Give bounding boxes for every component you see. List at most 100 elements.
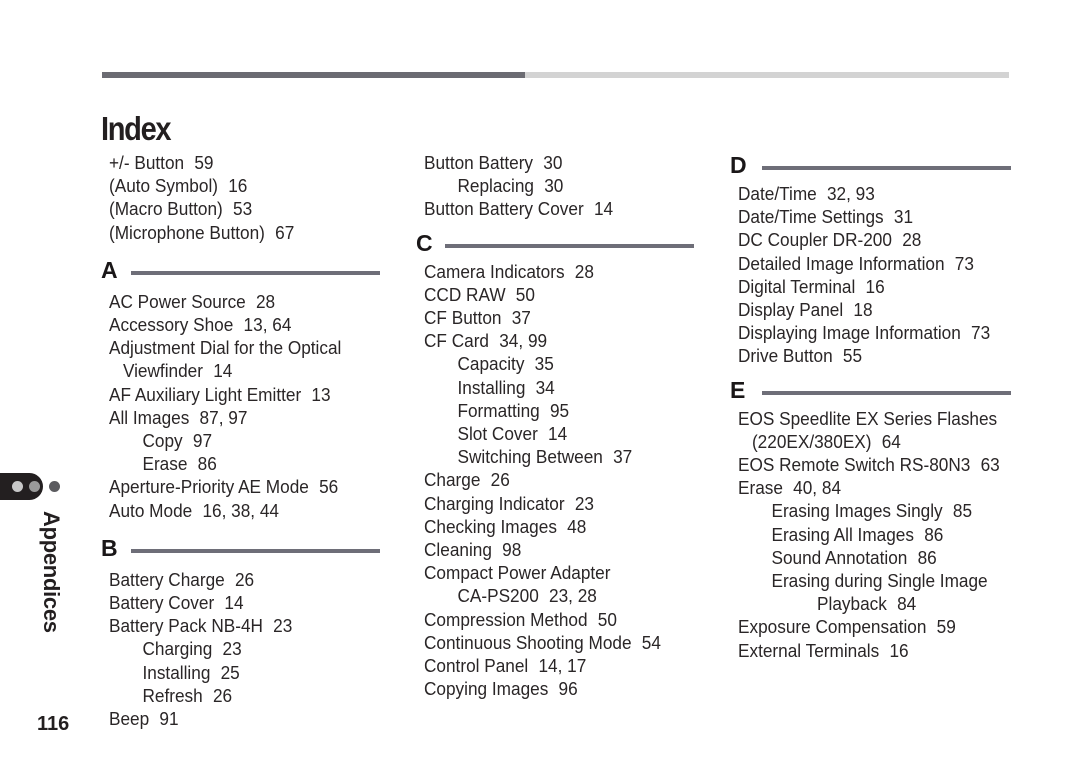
index-entry: Button Battery 30 (424, 151, 684, 174)
index-page-ref[interactable]: 50 (516, 284, 535, 305)
index-page-ref[interactable]: 40, 84 (793, 477, 841, 498)
index-page-ref[interactable]: 32, 93 (827, 183, 875, 204)
section-rule (445, 243, 694, 248)
section-letter: D (730, 152, 747, 178)
index-term: Date/Time (738, 183, 817, 204)
index-page-ref[interactable]: 28 (575, 261, 594, 282)
index-page-ref[interactable]: 18 (853, 299, 872, 320)
index-page-ref[interactable]: 34, 99 (499, 330, 547, 351)
index-entry: Exposure Compensation 59 (738, 615, 998, 638)
index-page-ref[interactable]: 13 (311, 384, 330, 405)
index-page-ref[interactable]: 25 (221, 662, 240, 683)
index-term: Battery Cover (109, 592, 215, 614)
index-page-ref[interactable]: 55 (843, 345, 862, 366)
index-column-1: +/- Button 59 (Auto Symbol) 16 (Macro Button… (101, 151, 389, 730)
index-entry: (Microphone Button) 67 (109, 221, 369, 244)
index-page-ref[interactable]: 96 (559, 678, 578, 699)
index-page-ref[interactable]: 84 (897, 593, 916, 614)
index-page-ref[interactable]: 23 (575, 493, 594, 514)
index-term: Date/Time Settings (738, 206, 884, 228)
index-term: Erase (142, 453, 188, 475)
index-term: Accessory Shoe (109, 314, 234, 336)
index-page-ref[interactable]: 30 (544, 175, 563, 196)
index-term: Button Battery Cover (424, 198, 584, 220)
index-page-ref[interactable]: 85 (953, 500, 972, 521)
index-page-ref[interactable]: 73 (971, 322, 990, 343)
index-term: CCD RAW (424, 283, 506, 305)
index-entry: Compact Power Adapter (424, 561, 684, 584)
index-page-ref[interactable]: 26 (213, 685, 232, 706)
index-term: Adjustment Dial for the Optical (109, 337, 342, 359)
index-page-ref[interactable]: 73 (955, 253, 974, 274)
index-page-ref[interactable]: 48 (567, 516, 586, 537)
index-term: Camera Indicators (424, 260, 565, 282)
index-page-ref[interactable]: 98 (502, 539, 521, 560)
index-page-ref[interactable]: 23 (223, 638, 242, 659)
index-page-ref[interactable]: 87, 97 (200, 407, 248, 428)
index-page-ref[interactable]: 23, 28 (549, 585, 597, 606)
index-entry: Camera Indicators 28 (424, 260, 684, 283)
index-page-ref[interactable]: 13, 64 (244, 314, 292, 335)
index-page-ref[interactable]: 14, 17 (538, 655, 586, 676)
index-page-ref[interactable]: 30 (543, 152, 562, 173)
index-page-ref[interactable]: 56 (319, 476, 338, 497)
index-entry: (Macro Button) 53 (109, 197, 369, 220)
index-page-ref[interactable]: 14 (594, 198, 613, 219)
index-entry: Replacing 30 (424, 174, 684, 197)
index-page-ref[interactable]: 34 (536, 377, 555, 398)
index-page-ref[interactable]: 53 (233, 198, 252, 219)
section-header: A (101, 258, 389, 282)
index-entry: CCD RAW 50 (424, 283, 684, 306)
index-term: Control Panel (424, 655, 529, 677)
index-page-ref[interactable]: 64 (882, 431, 901, 452)
section-dot-icon (29, 481, 40, 492)
index-term: EOS Remote Switch RS-80N3 (738, 454, 971, 476)
index-page-ref[interactable]: 28 (902, 229, 921, 250)
index-page-ref[interactable]: 14 (213, 360, 232, 381)
index-page-ref[interactable]: 59 (937, 616, 956, 637)
index-term: CF Button (424, 307, 502, 329)
index-page-ref[interactable]: 35 (535, 353, 554, 374)
index-entry: Adjustment Dial for the Optical (109, 336, 369, 359)
index-page-ref[interactable]: 37 (512, 307, 531, 328)
index-term: Installing (457, 376, 526, 398)
index-term: Battery Pack NB-4H (109, 615, 263, 637)
index-term: Displaying Image Information (738, 322, 961, 344)
index-page-ref[interactable]: 54 (642, 632, 661, 653)
index-page-ref[interactable]: 14 (224, 592, 243, 613)
index-term: Continuous Shooting Mode (424, 631, 632, 653)
index-page-ref[interactable]: 95 (550, 400, 569, 421)
index-term: AC Power Source (109, 290, 246, 312)
index-page-ref[interactable]: 91 (159, 708, 178, 729)
index-page-ref[interactable]: 26 (235, 569, 254, 590)
index-term: Slot Cover (457, 423, 538, 445)
index-page-ref[interactable]: 97 (193, 430, 212, 451)
index-page-ref[interactable]: 14 (548, 423, 567, 444)
index-page-ref[interactable]: 31 (894, 206, 913, 227)
index-page-ref[interactable]: 63 (981, 454, 1000, 475)
index-entry: All Images 87, 97 (109, 406, 369, 429)
index-page-ref[interactable]: 86 (198, 453, 217, 474)
index-page-ref[interactable]: 86 (924, 524, 943, 545)
index-entry: Display Panel 18 (738, 298, 998, 321)
index-page-ref[interactable]: 16, 38, 44 (202, 500, 279, 521)
index-entry: +/- Button 59 (109, 151, 369, 174)
index-page-ref[interactable]: 50 (598, 609, 617, 630)
index-page-ref[interactable]: 23 (273, 615, 292, 636)
index-page-ref[interactable]: 86 (918, 547, 937, 568)
index-page-ref[interactable]: 26 (491, 469, 510, 490)
index-term: Copy (142, 430, 183, 452)
index-entry: Erasing during Single Image (738, 569, 998, 592)
index-page-ref[interactable]: 67 (275, 222, 294, 243)
index-page-ref[interactable]: 16 (889, 640, 908, 661)
index-page-ref[interactable]: 16 (866, 276, 885, 297)
index-page-ref[interactable]: 16 (228, 175, 247, 196)
index-term: Digital Terminal (738, 275, 856, 297)
index-entry: Erasing All Images 86 (738, 523, 998, 546)
index-term: External Terminals (738, 639, 880, 661)
index-page-ref[interactable]: 28 (256, 291, 275, 312)
index-entry: Installing 25 (109, 661, 369, 684)
index-page-ref[interactable]: 59 (194, 152, 213, 173)
section-rule (131, 548, 380, 553)
index-page-ref[interactable]: 37 (613, 446, 632, 467)
